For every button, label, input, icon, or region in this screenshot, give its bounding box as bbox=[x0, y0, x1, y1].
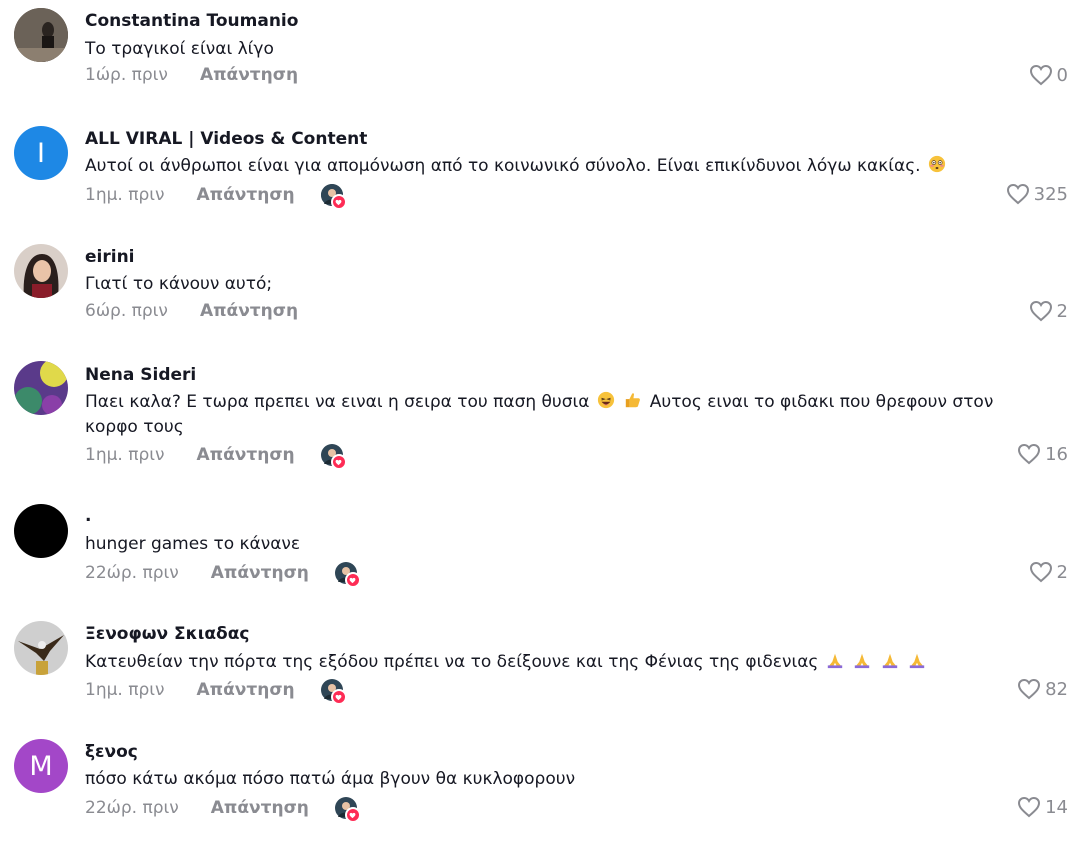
comment-meta: 22ώρ. πριν Απάντηση bbox=[85, 562, 361, 588]
comment-time: 6ώρ. πριν bbox=[85, 301, 168, 321]
reply-button[interactable]: Απάντηση bbox=[200, 65, 298, 85]
like-button[interactable]: 2 bbox=[1029, 300, 1068, 322]
reply-button[interactable]: Απάντηση bbox=[197, 445, 295, 465]
like-count: 0 bbox=[1056, 64, 1068, 86]
reply-button[interactable]: Απάντηση bbox=[197, 185, 295, 205]
avatar[interactable]: I bbox=[14, 126, 68, 180]
comment-time: 22ώρ. πριν bbox=[85, 563, 179, 583]
comment-username[interactable]: Nena Sideri bbox=[85, 365, 196, 385]
user-photo-icon bbox=[14, 8, 68, 62]
folded-hands-emoji-icon bbox=[855, 653, 870, 669]
like-count: 82 bbox=[1045, 678, 1068, 700]
avatar[interactable] bbox=[14, 8, 68, 62]
creator-liked-avatar bbox=[334, 797, 361, 823]
comment-text: Γιατί το κάνουν αυτό; bbox=[85, 274, 273, 294]
like-button[interactable]: 2 bbox=[1029, 561, 1068, 583]
comment-time: 1ημ. πριν bbox=[85, 680, 165, 700]
comment-text: Παει καλα? Ε τωρα πρεπει να ειναι η σειρ… bbox=[85, 392, 590, 412]
comment-text: hunger games το κάνανε bbox=[85, 534, 301, 554]
like-button[interactable]: 16 bbox=[1017, 443, 1068, 465]
user-photo-icon bbox=[14, 244, 68, 298]
reply-button[interactable]: Απάντηση bbox=[197, 680, 295, 700]
comment-meta: 1ημ. πριν Απάντηση bbox=[85, 444, 347, 470]
comment-meta: 1ημ. πριν Απάντηση bbox=[85, 184, 347, 210]
comment-text: κορφο τους bbox=[85, 417, 184, 437]
creator-liked-avatar bbox=[334, 562, 361, 588]
comment-username[interactable]: eirini bbox=[85, 247, 135, 267]
heart-icon bbox=[1018, 796, 1041, 818]
like-count: 16 bbox=[1045, 443, 1068, 465]
avatar[interactable] bbox=[14, 504, 68, 558]
grinning-squint-emoji-icon bbox=[597, 391, 615, 409]
avatar-letter: M bbox=[29, 750, 53, 782]
like-count: 14 bbox=[1045, 796, 1068, 818]
avatar-letter: I bbox=[37, 137, 45, 169]
heart-badge-icon bbox=[344, 572, 361, 588]
like-button[interactable]: 325 bbox=[1006, 183, 1068, 205]
heart-badge-icon bbox=[330, 689, 347, 705]
heart-icon bbox=[1018, 678, 1041, 700]
comment-text-wrap: Αυτοί οι άνθρωποι είναι για απομόνωση απ… bbox=[85, 154, 1025, 179]
like-count: 2 bbox=[1056, 300, 1068, 322]
comment-text-wrap: Κατευθείαν την πόρτα της εξόδου πρέπει ν… bbox=[85, 650, 1025, 675]
comment-time: 1ώρ. πριν bbox=[85, 65, 168, 85]
heart-badge-icon bbox=[344, 807, 361, 823]
creator-liked-avatar bbox=[320, 184, 347, 210]
folded-hands-emoji-icon bbox=[882, 653, 897, 669]
user-photo-icon bbox=[14, 361, 68, 415]
comment-time: 22ώρ. πριν bbox=[85, 798, 179, 818]
comment-time: 1ημ. πριν bbox=[85, 445, 165, 465]
reply-button[interactable]: Απάντηση bbox=[200, 301, 298, 321]
like-button[interactable]: 82 bbox=[1017, 678, 1068, 700]
creator-liked-avatar bbox=[320, 444, 347, 470]
comment-meta: 1ημ. πριν Απάντηση bbox=[85, 679, 347, 705]
avatar[interactable] bbox=[14, 361, 68, 415]
heart-icon bbox=[1029, 561, 1052, 583]
reply-button[interactable]: Απάντηση bbox=[211, 798, 309, 818]
like-button[interactable]: 0 bbox=[1029, 64, 1068, 86]
comment-username[interactable]: . bbox=[85, 506, 91, 526]
folded-hands-emoji-icon bbox=[827, 653, 842, 669]
heart-icon bbox=[1018, 443, 1041, 465]
heart-icon bbox=[1029, 300, 1052, 322]
like-count: 2 bbox=[1056, 561, 1068, 583]
comment-meta: 22ώρ. πριν Απάντηση bbox=[85, 797, 361, 823]
like-button[interactable]: 14 bbox=[1017, 796, 1068, 818]
avatar[interactable] bbox=[14, 621, 68, 675]
heart-icon bbox=[1006, 183, 1029, 205]
user-photo-icon bbox=[14, 621, 68, 675]
flushed-face-emoji-icon bbox=[928, 155, 946, 173]
heart-icon bbox=[1029, 64, 1052, 86]
comment-text: Αυτοί οι άνθρωποι είναι για απομόνωση απ… bbox=[85, 156, 921, 176]
comment-text: πόσο κάτω ακόμα πόσο πατώ άμα βγουν θα κ… bbox=[85, 769, 576, 789]
avatar[interactable]: M bbox=[14, 739, 68, 793]
heart-badge-icon bbox=[330, 194, 347, 210]
thumbs-up-emoji-icon bbox=[626, 393, 641, 408]
comment-username[interactable]: Ξενοφων Σκιαδας bbox=[85, 624, 249, 644]
comment-text: Κατευθείαν την πόρτα της εξόδου πρέπει ν… bbox=[85, 652, 819, 672]
comment-username[interactable]: ξενος bbox=[85, 742, 138, 762]
folded-hands-emoji-icon bbox=[909, 653, 925, 669]
comment-username[interactable]: ALL VIRAL | Videos & Content bbox=[85, 129, 367, 149]
creator-liked-avatar bbox=[320, 679, 347, 705]
comment-text: Αυτος ειναι το φιδακι που θρεφουν στον bbox=[649, 392, 994, 412]
like-count: 325 bbox=[1033, 183, 1068, 205]
comment-text-wrap: Παει καλα? Ε τωρα πρεπει να ειναι η σειρ… bbox=[85, 390, 1025, 440]
comment-text: Το τραγικοί είναι λίγο bbox=[85, 39, 274, 59]
avatar[interactable] bbox=[14, 244, 68, 298]
heart-badge-icon bbox=[330, 454, 347, 470]
comment-meta: 6ώρ. πριν Απάντηση bbox=[85, 301, 298, 321]
comment-time: 1ημ. πριν bbox=[85, 185, 165, 205]
comment-username[interactable]: Constantina Toumanio bbox=[85, 11, 298, 31]
reply-button[interactable]: Απάντηση bbox=[211, 563, 309, 583]
comment-meta: 1ώρ. πριν Απάντηση bbox=[85, 65, 298, 85]
